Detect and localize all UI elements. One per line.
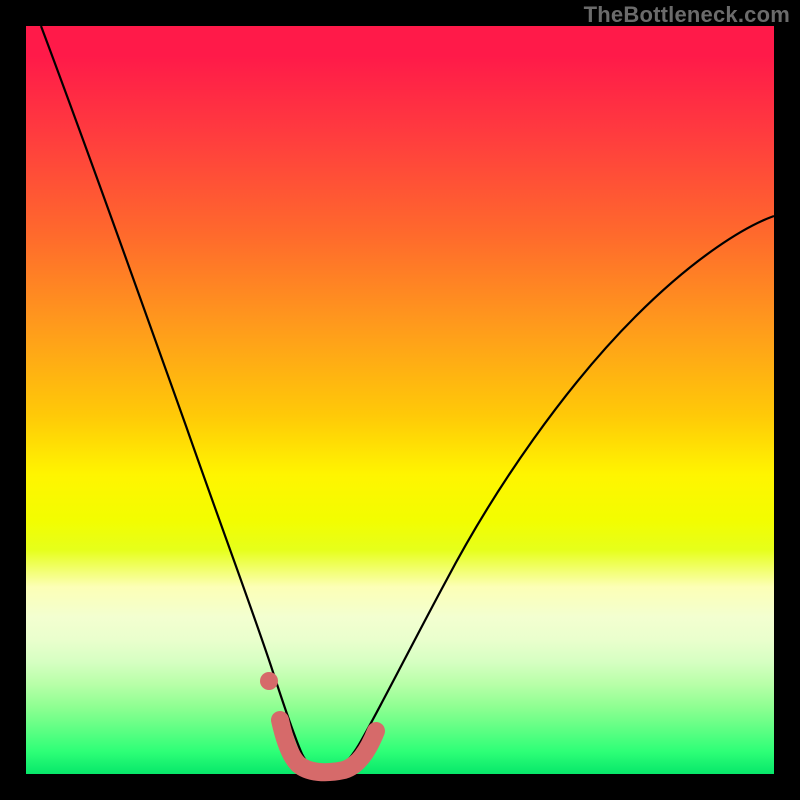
bottleneck-curve-svg [26, 26, 774, 774]
chart-plot-area [26, 26, 774, 774]
watermark-text: TheBottleneck.com [584, 2, 790, 28]
bottleneck-curve-path [41, 26, 774, 771]
